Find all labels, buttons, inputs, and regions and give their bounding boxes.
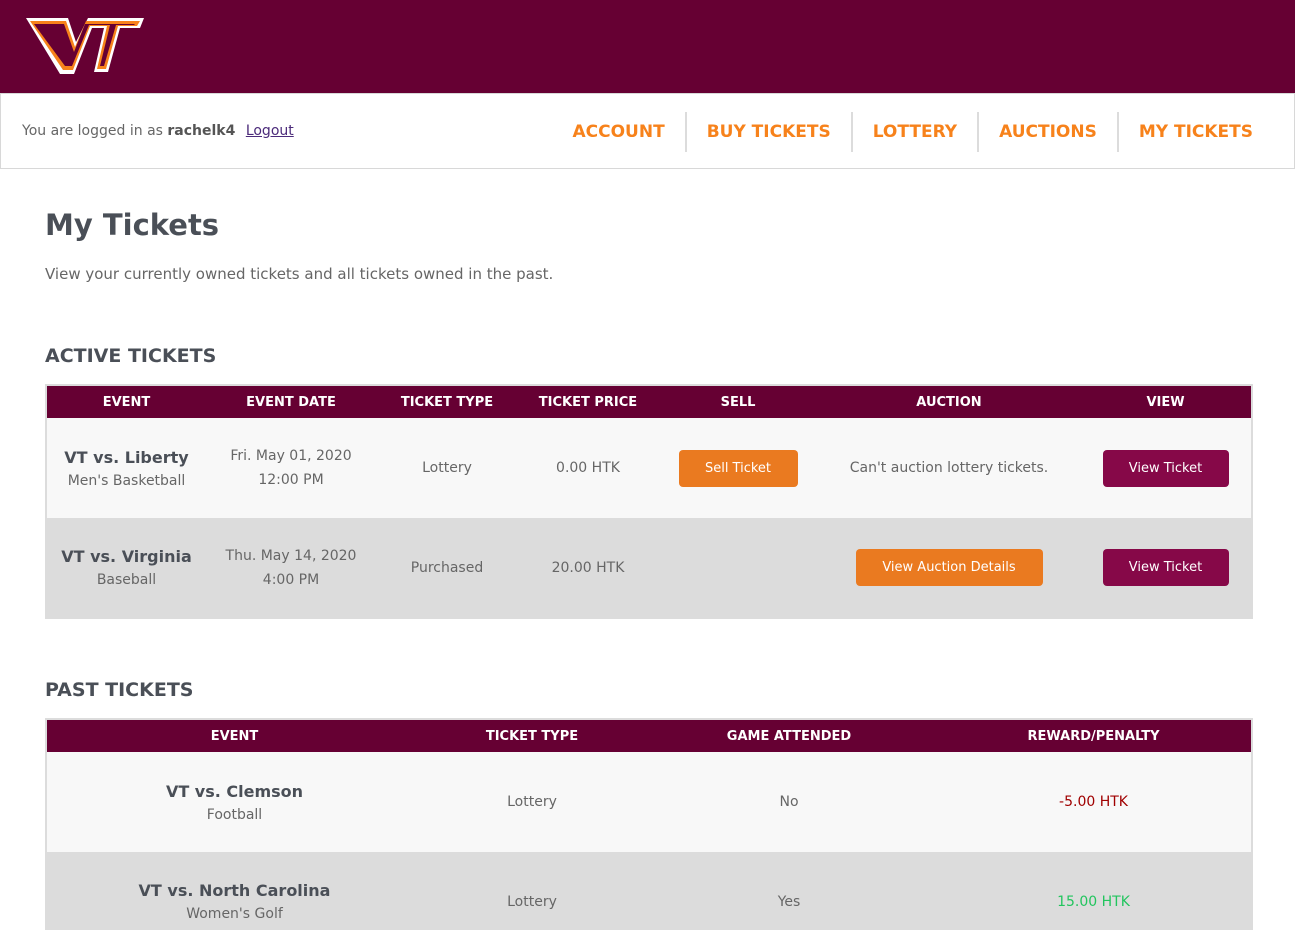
col-header-ticket-price: TICKET PRICE	[538, 394, 638, 410]
event-date: Fri. May 01, 2020	[230, 448, 352, 464]
sell-cell	[658, 518, 818, 618]
event-sport: Men's Basketball	[67, 472, 186, 489]
event-cell: VT vs. Virginia Baseball	[46, 518, 206, 618]
ticket-price: 20.00 HTK	[551, 559, 625, 576]
reward-penalty: 15.00 HTK	[1057, 893, 1130, 910]
table-header-row: EVENT EVENT DATE TICKET TYPE TICKET PRIC…	[46, 385, 1252, 418]
sell-cell: Sell Ticket	[658, 418, 818, 518]
col-header-event: EVENT	[102, 394, 151, 410]
event-date-cell: Fri. May 01, 2020 12:00 PM	[206, 418, 376, 518]
username: rachelk4	[167, 123, 236, 139]
event-sport: Women's Golf	[186, 906, 283, 922]
ticket-price: 0.00 HTK	[556, 460, 620, 476]
page-description: View your currently owned tickets and al…	[45, 265, 554, 283]
col-header-event: EVENT	[210, 728, 259, 744]
event-name: VT vs. North Carolina	[138, 881, 331, 900]
nav-lottery[interactable]: LOTTERY	[850, 112, 977, 152]
nav-my-tickets[interactable]: MY TICKETS	[1116, 112, 1273, 152]
view-cell: View Ticket	[1080, 518, 1252, 618]
sell-ticket-button[interactable]: Sell Ticket	[678, 449, 798, 487]
top-banner	[0, 0, 1295, 93]
nav-bar: You are logged in as rachelk4 Logout ACC…	[0, 93, 1295, 169]
event-time: 12:00 PM	[258, 472, 324, 488]
active-tickets-heading: ACTIVE TICKETS	[45, 345, 217, 367]
col-header-ticket-type: TICKET TYPE	[400, 394, 494, 410]
past-tickets-heading: PAST TICKETS	[45, 679, 194, 701]
event-cell: VT vs. Clemson Football	[46, 752, 422, 852]
main-nav: ACCOUNT BUY TICKETS LOTTERY AUCTIONS MY …	[552, 112, 1273, 152]
nav-account[interactable]: ACCOUNT	[552, 112, 684, 152]
event-sport: Baseball	[96, 572, 157, 588]
reward-penalty: -5.00 HTK	[1059, 794, 1128, 810]
event-time: 4:00 PM	[262, 571, 320, 588]
vt-logo-icon[interactable]	[24, 16, 148, 78]
event-sport: Football	[206, 806, 263, 823]
view-auction-details-button[interactable]: View Auction Details	[855, 549, 1043, 586]
login-prefix: You are logged in as	[22, 123, 163, 139]
auction-cell: View Auction Details	[818, 518, 1080, 618]
table-row: VT vs. Liberty Men's Basketball Fri. May…	[46, 418, 1252, 518]
col-header-ticket-type: TICKET TYPE	[485, 728, 579, 744]
col-header-view: VIEW	[1146, 394, 1185, 410]
view-cell: View Ticket	[1080, 418, 1252, 518]
event-name: VT vs. Virginia	[61, 547, 192, 566]
col-header-auction: AUCTION	[916, 394, 982, 410]
past-tickets-table: EVENT TICKET TYPE GAME ATTENDED REWARD/P…	[45, 718, 1253, 930]
view-ticket-button[interactable]: View Ticket	[1102, 549, 1229, 586]
col-header-reward-penalty: REWARD/PENALTY	[1027, 728, 1160, 744]
login-status: You are logged in as rachelk4 Logout	[22, 123, 294, 139]
active-tickets-table: EVENT EVENT DATE TICKET TYPE TICKET PRIC…	[45, 384, 1253, 619]
nav-auctions[interactable]: AUCTIONS	[977, 112, 1117, 152]
col-header-sell: SELL	[720, 394, 756, 410]
event-date-cell: Thu. May 14, 2020 4:00 PM	[206, 518, 376, 618]
event-cell: VT vs. Liberty Men's Basketball	[46, 418, 206, 518]
ticket-type: Purchased	[410, 559, 484, 576]
table-header-row: EVENT TICKET TYPE GAME ATTENDED REWARD/P…	[46, 719, 1252, 752]
event-cell: VT vs. North Carolina Women's Golf	[46, 852, 422, 930]
page-title: My Tickets	[45, 208, 220, 242]
table-row: VT vs. North Carolina Women's Golf Lotte…	[46, 852, 1252, 930]
table-row: VT vs. Virginia Baseball Thu. May 14, 20…	[46, 518, 1252, 618]
event-date: Thu. May 14, 2020	[225, 547, 357, 564]
logout-link[interactable]: Logout	[246, 123, 294, 139]
game-attended: No	[779, 794, 799, 810]
nav-buy-tickets[interactable]: BUY TICKETS	[684, 112, 851, 152]
ticket-type: Lottery	[422, 460, 472, 476]
ticket-type: Lottery	[507, 893, 557, 910]
auction-note: Can't auction lottery tickets.	[849, 460, 1049, 476]
game-attended: Yes	[777, 893, 801, 910]
table-row: VT vs. Clemson Football Lottery No -5.00…	[46, 752, 1252, 852]
view-ticket-button[interactable]: View Ticket	[1102, 449, 1229, 487]
ticket-type: Lottery	[507, 794, 557, 810]
event-name: VT vs. Liberty	[64, 447, 189, 467]
col-header-event-date: EVENT DATE	[246, 394, 336, 410]
col-header-game-attended: GAME ATTENDED	[726, 728, 852, 744]
event-name: VT vs. Clemson	[165, 781, 304, 801]
